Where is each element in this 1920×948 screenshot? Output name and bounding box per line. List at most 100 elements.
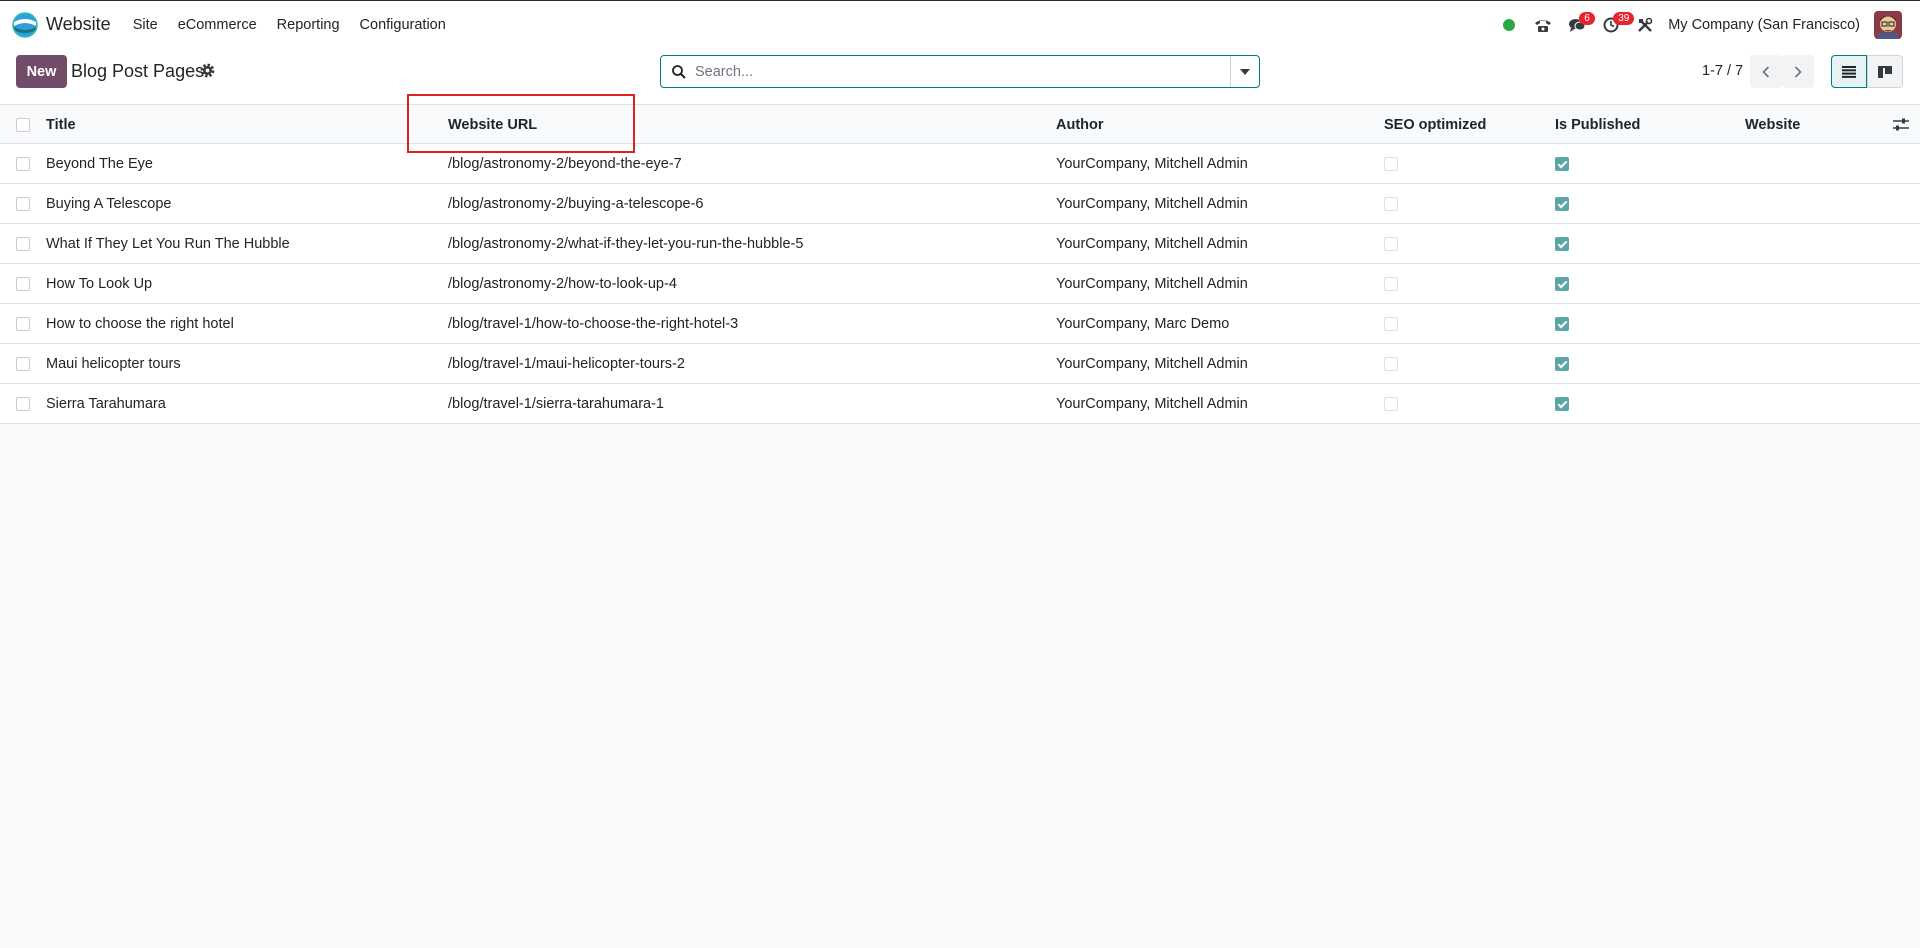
company-switcher[interactable]: My Company (San Francisco) bbox=[1668, 17, 1860, 33]
kanban-view-button[interactable] bbox=[1867, 55, 1903, 88]
column-header-website-url[interactable]: Website URL bbox=[448, 105, 537, 145]
table-row[interactable]: How to choose the right hotel/blog/trave… bbox=[0, 304, 1920, 344]
row-seo-optimized-checkbox bbox=[1384, 197, 1398, 211]
row-title[interactable]: Maui helicopter tours bbox=[46, 344, 181, 384]
row-select-checkbox[interactable] bbox=[16, 197, 30, 211]
user-avatar[interactable] bbox=[1874, 11, 1902, 39]
messages-badge: 6 bbox=[1579, 12, 1595, 25]
column-header-author[interactable]: Author bbox=[1056, 105, 1104, 145]
row-author[interactable]: YourCompany, Mitchell Admin bbox=[1056, 144, 1248, 184]
list-view-button[interactable] bbox=[1831, 55, 1867, 88]
table-header: Title Website URL Author SEO optimized I… bbox=[0, 104, 1920, 144]
tools-icon bbox=[1638, 17, 1653, 32]
app-brand[interactable]: Website bbox=[12, 11, 111, 38]
row-author[interactable]: YourCompany, Mitchell Admin bbox=[1056, 264, 1248, 304]
pager-value[interactable]: 1-7 / 7 bbox=[1702, 63, 1743, 79]
avatar-icon bbox=[1874, 11, 1902, 39]
chevron-left-icon bbox=[1762, 65, 1770, 78]
status-dot-icon bbox=[1503, 19, 1516, 31]
row-seo-optimized-checkbox bbox=[1384, 157, 1398, 171]
row-website-url[interactable]: /blog/astronomy-2/buying-a-telescope-6 bbox=[448, 184, 704, 224]
row-select-checkbox[interactable] bbox=[16, 357, 30, 371]
row-seo-optimized-checkbox bbox=[1384, 237, 1398, 251]
row-select-checkbox[interactable] bbox=[16, 397, 30, 411]
row-title[interactable]: Beyond The Eye bbox=[46, 144, 153, 184]
table-row[interactable]: Beyond The Eye/blog/astronomy-2/beyond-t… bbox=[0, 144, 1920, 184]
activities-button[interactable]: 39 bbox=[1594, 1, 1635, 49]
row-seo-optimized-checkbox bbox=[1384, 397, 1398, 411]
search-bar bbox=[660, 55, 1260, 88]
row-select-checkbox[interactable] bbox=[16, 277, 30, 291]
row-seo-optimized-checkbox bbox=[1384, 357, 1398, 371]
table-row[interactable]: Buying A Telescope/blog/astronomy-2/buyi… bbox=[0, 184, 1920, 224]
row-website-url[interactable]: /blog/astronomy-2/what-if-they-let-you-r… bbox=[448, 224, 803, 264]
menu-site[interactable]: Site bbox=[123, 17, 168, 33]
table-row[interactable]: Maui helicopter tours/blog/travel-1/maui… bbox=[0, 344, 1920, 384]
row-title[interactable]: What If They Let You Run The Hubble bbox=[46, 224, 290, 264]
row-seo-optimized-checkbox bbox=[1384, 317, 1398, 331]
row-is-published-checkbox bbox=[1555, 397, 1569, 411]
control-panel: New Blog Post Pages 1-7 / 7 bbox=[0, 48, 1920, 104]
main-navbar: Website Site eCommerce Reporting Configu… bbox=[0, 0, 1920, 48]
new-button[interactable]: New bbox=[16, 55, 67, 88]
phone-icon bbox=[1535, 20, 1552, 32]
optional-columns-icon[interactable] bbox=[1893, 118, 1909, 132]
row-author[interactable]: YourCompany, Mitchell Admin bbox=[1056, 344, 1248, 384]
row-is-published-checkbox bbox=[1555, 197, 1569, 211]
column-header-title[interactable]: Title bbox=[46, 105, 76, 145]
row-website-url[interactable]: /blog/travel-1/how-to-choose-the-right-h… bbox=[448, 304, 738, 344]
row-is-published-checkbox bbox=[1555, 317, 1569, 331]
search-input[interactable] bbox=[695, 56, 1230, 87]
row-author[interactable]: YourCompany, Mitchell Admin bbox=[1056, 384, 1248, 424]
kanban-view-icon bbox=[1878, 65, 1892, 78]
menu-ecommerce[interactable]: eCommerce bbox=[168, 17, 267, 33]
debug-tools-button[interactable] bbox=[1628, 1, 1662, 49]
row-select-checkbox[interactable] bbox=[16, 317, 30, 331]
row-select-checkbox[interactable] bbox=[16, 157, 30, 171]
row-is-published-checkbox bbox=[1555, 157, 1569, 171]
row-website-url[interactable]: /blog/travel-1/maui-helicopter-tours-2 bbox=[448, 344, 685, 384]
row-is-published-checkbox bbox=[1555, 277, 1569, 291]
column-header-is-published[interactable]: Is Published bbox=[1555, 105, 1640, 145]
table-body: Beyond The Eye/blog/astronomy-2/beyond-t… bbox=[0, 144, 1920, 424]
page-title[interactable]: Blog Post Pages bbox=[71, 61, 204, 82]
top-menu: Site eCommerce Reporting Configuration bbox=[123, 17, 456, 33]
website-logo-icon bbox=[12, 11, 38, 38]
row-author[interactable]: YourCompany, Marc Demo bbox=[1056, 304, 1229, 344]
chevron-right-icon bbox=[1794, 65, 1802, 78]
row-title[interactable]: Sierra Tarahumara bbox=[46, 384, 166, 424]
column-header-website[interactable]: Website bbox=[1745, 105, 1800, 145]
row-title[interactable]: How to choose the right hotel bbox=[46, 304, 234, 344]
row-website-url[interactable]: /blog/astronomy-2/how-to-look-up-4 bbox=[448, 264, 677, 304]
list-view-icon bbox=[1842, 65, 1856, 78]
presence-status[interactable] bbox=[1492, 1, 1526, 49]
row-is-published-checkbox bbox=[1555, 237, 1569, 251]
gear-icon[interactable] bbox=[199, 62, 216, 79]
row-title[interactable]: Buying A Telescope bbox=[46, 184, 172, 224]
table-row[interactable]: Sierra Tarahumara/blog/travel-1/sierra-t… bbox=[0, 384, 1920, 424]
systray: 6 39 My Company (San Francisco) bbox=[1492, 1, 1920, 49]
row-title[interactable]: How To Look Up bbox=[46, 264, 152, 304]
row-website-url[interactable]: /blog/astronomy-2/beyond-the-eye-7 bbox=[448, 144, 682, 184]
row-website-url[interactable]: /blog/travel-1/sierra-tarahumara-1 bbox=[448, 384, 664, 424]
menu-configuration[interactable]: Configuration bbox=[350, 17, 456, 33]
menu-reporting[interactable]: Reporting bbox=[267, 17, 350, 33]
list-view: Title Website URL Author SEO optimized I… bbox=[0, 104, 1920, 424]
app-name[interactable]: Website bbox=[46, 14, 111, 35]
search-options-toggle[interactable] bbox=[1230, 56, 1259, 87]
messages-button[interactable]: 6 bbox=[1560, 1, 1595, 49]
phone-button[interactable] bbox=[1526, 1, 1560, 49]
table-row[interactable]: What If They Let You Run The Hubble/blog… bbox=[0, 224, 1920, 264]
row-author[interactable]: YourCompany, Mitchell Admin bbox=[1056, 184, 1248, 224]
column-header-seo-optimized[interactable]: SEO optimized bbox=[1384, 105, 1486, 145]
row-seo-optimized-checkbox bbox=[1384, 277, 1398, 291]
row-is-published-checkbox bbox=[1555, 357, 1569, 371]
row-select-checkbox[interactable] bbox=[16, 237, 30, 251]
search-icon bbox=[672, 64, 686, 79]
pager-next-button[interactable] bbox=[1782, 55, 1814, 88]
table-row[interactable]: How To Look Up/blog/astronomy-2/how-to-l… bbox=[0, 264, 1920, 304]
select-all-checkbox[interactable] bbox=[16, 118, 30, 132]
caret-down-icon bbox=[1240, 68, 1250, 75]
pager-previous-button[interactable] bbox=[1750, 55, 1782, 88]
row-author[interactable]: YourCompany, Mitchell Admin bbox=[1056, 224, 1248, 264]
